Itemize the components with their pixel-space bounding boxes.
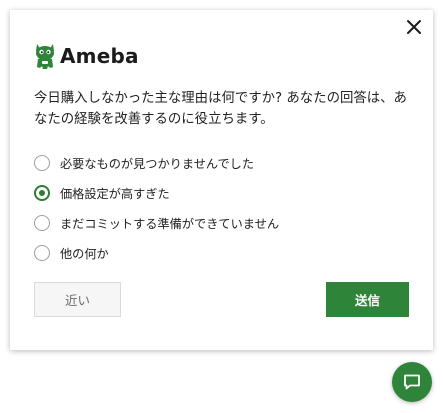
radio-not-found[interactable] — [34, 155, 50, 171]
ameba-logo-icon — [36, 44, 54, 69]
send-button[interactable]: 送信 — [326, 282, 409, 317]
option-label: 価格設定が高すぎた — [60, 187, 170, 201]
dismiss-button[interactable]: 近い — [34, 282, 121, 317]
brand-name: Ameba — [60, 44, 139, 68]
option-something-else[interactable]: 他の何か — [34, 238, 419, 268]
option-label: 他の何か — [60, 247, 109, 261]
chat-button[interactable] — [392, 362, 432, 402]
brand-logo: Ameba — [34, 40, 139, 72]
chat-icon — [404, 374, 420, 390]
option-not-ready[interactable]: まだコミットする準備ができていません — [34, 208, 419, 238]
options-list: 必要なものが見つかりませんでした 価格設定が高すぎた まだコミットする準備ができ… — [34, 148, 419, 268]
survey-dialog: Ameba 今日購入しなかった主な理由は何ですか? あなたの回答は、あなたの経験… — [10, 10, 433, 350]
page: Ameba 今日購入しなかった主な理由は何ですか? あなたの回答は、あなたの経験… — [0, 0, 443, 413]
close-button[interactable] — [403, 16, 425, 38]
option-not-found[interactable]: 必要なものが見つかりませんでした — [34, 148, 419, 178]
radio-price-too-high[interactable] — [34, 185, 50, 201]
radio-not-ready[interactable] — [34, 215, 50, 231]
radio-something-else[interactable] — [34, 245, 50, 261]
option-label: まだコミットする準備ができていません — [60, 217, 280, 231]
option-label: 必要なものが見つかりませんでした — [60, 157, 255, 171]
option-price-too-high[interactable]: 価格設定が高すぎた — [34, 178, 419, 208]
close-icon — [407, 20, 421, 34]
survey-question: 今日購入しなかった主な理由は何ですか? あなたの回答は、あなたの経験を改善するの… — [34, 91, 407, 127]
